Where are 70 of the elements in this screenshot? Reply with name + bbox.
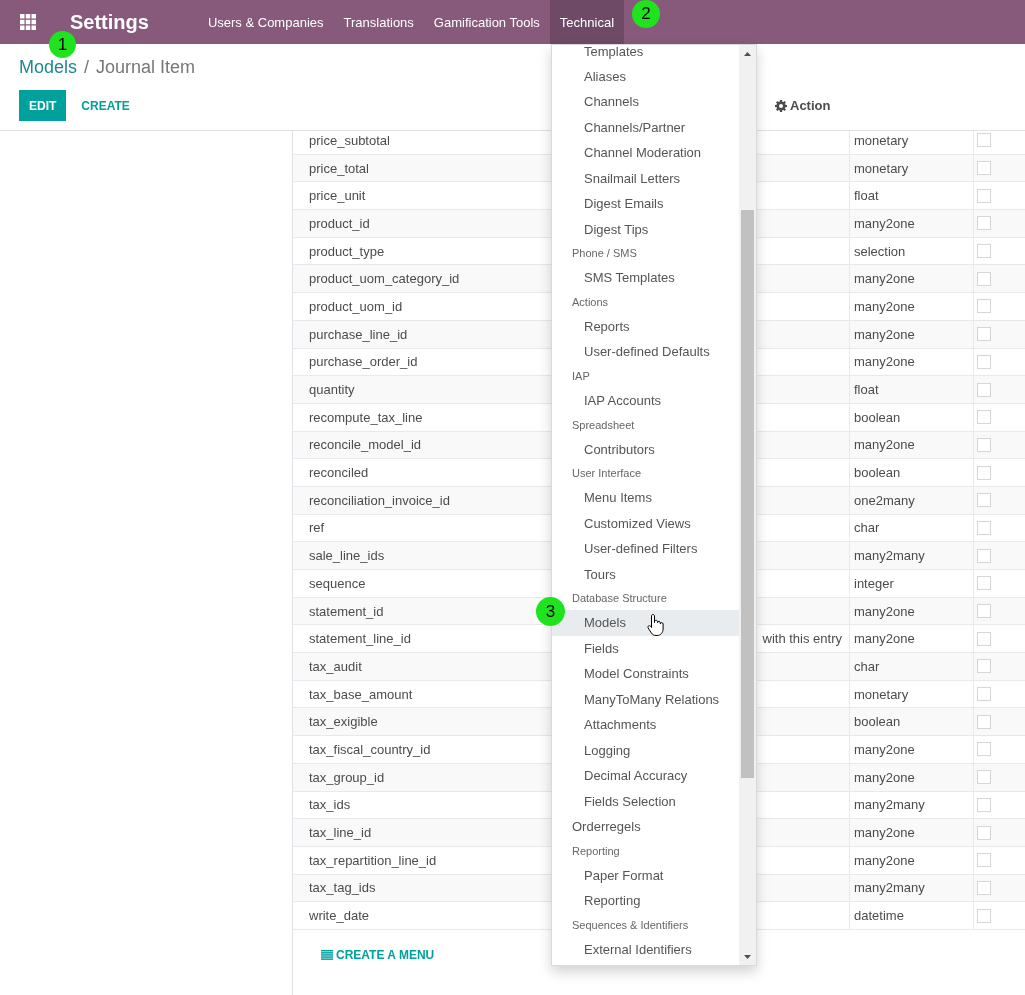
table-cell: datetime (854, 908, 904, 924)
table-cell: integer (854, 575, 894, 591)
table-cell: many2one (854, 741, 915, 757)
table-cell: many2one (854, 437, 915, 453)
table-cell: product_uom_id (309, 298, 403, 314)
table-cell: tax_line_id (309, 825, 372, 841)
table-cell: many2one (854, 603, 915, 619)
table-cell: price_total (309, 160, 369, 176)
table-cell: tax_exigible (309, 714, 378, 730)
table-cell: monetary (854, 686, 909, 702)
table-cell: many2one (854, 631, 915, 647)
dropdown-section-header: IAP (571, 368, 591, 384)
table-cell: selection (854, 243, 906, 259)
dropdown-section-header: User Interface (571, 466, 643, 482)
table-cell: boolean (854, 714, 901, 730)
table-cell: monetary (854, 132, 909, 148)
table-cell: many2one (854, 271, 915, 287)
table-cell: tax_base_amount (309, 686, 413, 702)
table-cell: statement_id (309, 603, 384, 619)
table-cell: statement_line_id (309, 631, 411, 647)
table-cell: reconcile_model_id (309, 437, 421, 453)
table-cell: float (854, 188, 879, 204)
table-cell: tax_audit (309, 658, 362, 674)
table-cell: tax_ids (309, 797, 351, 813)
breadcrumb-separator: / (84, 58, 90, 76)
table-cell: many2many (854, 880, 925, 896)
table-cell: product_id (309, 215, 370, 231)
table-cell: tax_tag_ids (309, 880, 376, 896)
table-cell: sequence (309, 575, 366, 591)
table-cell: many2one (854, 769, 915, 785)
table-cell: tax_fiscal_country_id (309, 741, 431, 757)
table-cell: product_type (309, 243, 385, 259)
table-cell: tax_group_id (309, 769, 385, 785)
table-cell: many2one (854, 298, 915, 314)
table-cell: purchase_order_id (309, 354, 418, 370)
table-cell: many2one (854, 852, 915, 868)
table-cell: many2one (854, 354, 915, 370)
table-cell: product_uom_category_id (309, 271, 460, 287)
dropdown-section-header: Sequences & Identifiers (571, 917, 690, 933)
dropdown-section-header: Phone / SMS (571, 246, 638, 262)
table-cell: char (854, 658, 880, 674)
table-cell: write_date (309, 908, 369, 924)
table-cell: many2many (854, 797, 925, 813)
table-cell: reconciled (309, 465, 369, 481)
dropdown-section-header: Reporting (571, 843, 621, 859)
table-cell: tax_repartition_line_id (309, 852, 437, 868)
table-cell: recompute_tax_line (309, 409, 423, 425)
breadcrumb-current: Journal Item (96, 58, 196, 76)
table-cell: many2one (854, 825, 915, 841)
table-cell: monetary (854, 160, 909, 176)
table-cell: one2many (854, 492, 915, 508)
table-cell: purchase_line_id (309, 326, 408, 342)
table-cell: boolean (854, 465, 901, 481)
table-cell: many2one (854, 215, 915, 231)
table-cell: boolean (854, 409, 901, 425)
table-cell: reconciliation_invoice_id (309, 492, 450, 508)
dropdown-section-header: Database Structure (571, 591, 668, 607)
table-cell: ref (309, 520, 325, 536)
table-cell: quantity (309, 382, 355, 398)
table-cell: many2many (854, 548, 925, 564)
dropdown-section-header: Actions (571, 294, 610, 310)
table-cell: price_subtotal (309, 132, 390, 148)
dropdown-section-header: Spreadsheet (571, 417, 636, 433)
table-cell: sale_line_ids (309, 548, 385, 564)
table-cell: char (854, 520, 880, 536)
table-cell: many2one (854, 326, 915, 342)
table-cell: price_unit (309, 188, 366, 204)
app-title: Settings (70, 12, 149, 32)
table-cell: with this entry (762, 631, 842, 647)
table-cell: float (854, 382, 879, 398)
